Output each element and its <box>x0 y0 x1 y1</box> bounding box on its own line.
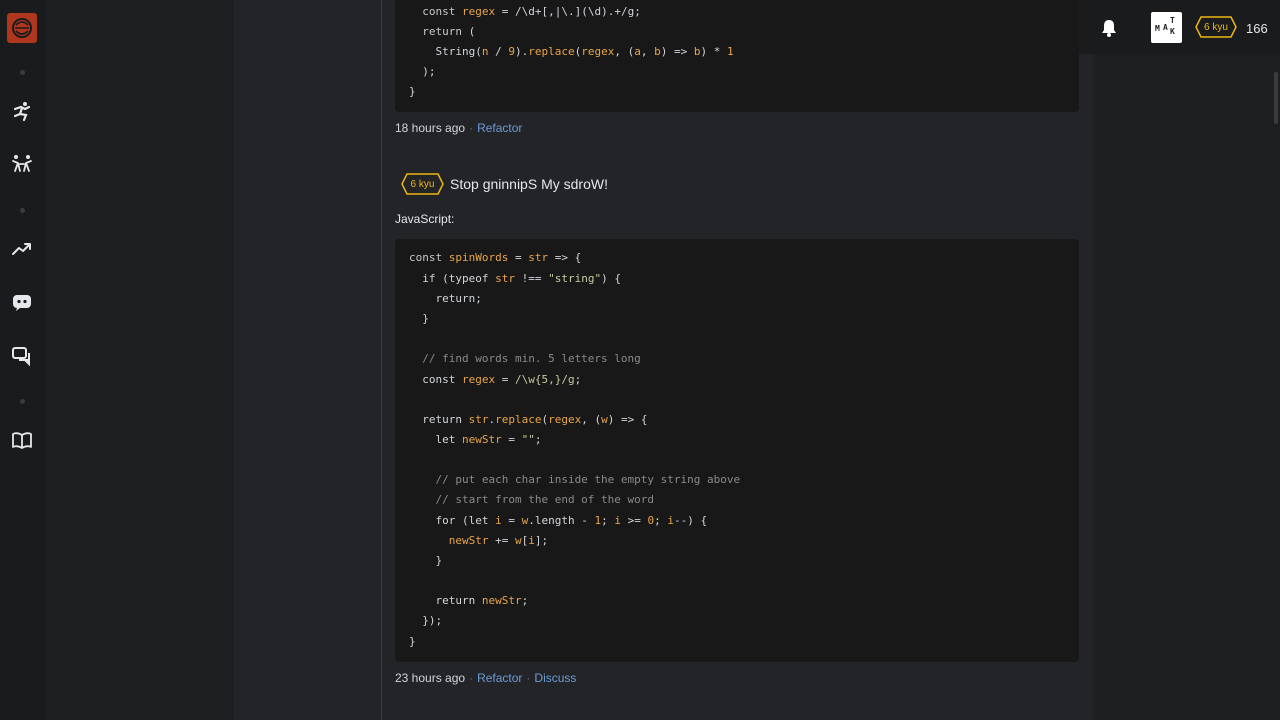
timestamp: 23 hours ago <box>395 671 466 685</box>
timestamp: 18 hours ago <box>395 121 466 135</box>
practice-icon[interactable] <box>11 153 33 175</box>
avatar[interactable]: M A T K <box>1151 12 1182 43</box>
avatar-letter: A <box>1163 23 1168 32</box>
code-line: ); <box>409 65 436 78</box>
rank-label: 6 kyu <box>1204 21 1228 33</box>
code-line: } <box>409 312 429 325</box>
refactor-link[interactable]: Refactor <box>477 671 522 685</box>
avatar-letter: T <box>1170 16 1175 25</box>
code-block: const regex = /\d+[,|\.](\d).+/g; return… <box>395 0 1079 112</box>
code-line: return newStr; <box>409 594 529 607</box>
honor-count: 166 <box>1246 21 1268 36</box>
kata-rank-label: 6 kyu <box>410 178 435 190</box>
code-line: const regex = /\d+[,|\.](\d).+/g; <box>422 5 641 18</box>
kata-title-link[interactable]: Stop gninnipS My sdroW! <box>450 176 608 192</box>
code-line: String(n / 9).replace(regex, (a, b) => b… <box>409 45 734 58</box>
rank-badge[interactable]: 6 kyu <box>1195 16 1237 38</box>
code-line: } <box>409 85 416 98</box>
sidebar-divider <box>20 208 25 213</box>
code-line: return str.replace(regex, (w) => { <box>409 413 648 426</box>
sidebar <box>0 0 46 720</box>
avatar-letter: K <box>1170 27 1175 36</box>
code-line: } <box>409 635 416 648</box>
refactor-link[interactable]: Refactor <box>477 121 522 135</box>
code-line: const regex = /\w{5,}/g; <box>409 373 582 386</box>
discuss-link[interactable]: Discuss <box>534 671 576 685</box>
code-line: if (typeof str !== "string") { <box>409 272 621 285</box>
left-panel <box>46 0 234 720</box>
code-line: // start from the end of the word <box>409 493 655 506</box>
code-line: }); <box>409 614 443 627</box>
code-line: for (let i = w.length - 1; i >= 0; i--) … <box>409 514 708 527</box>
gutter <box>234 0 382 720</box>
discord-icon[interactable] <box>11 291 33 313</box>
training-icon[interactable] <box>11 100 33 122</box>
code-line: let newStr = ""; <box>409 433 542 446</box>
code-line: // find words min. 5 letters long <box>409 352 641 365</box>
code-line: // put each char inside the empty string… <box>409 473 741 486</box>
avatar-letter: M <box>1155 24 1160 33</box>
solution-meta: 18 hours ago · Refactor <box>395 121 523 135</box>
kata-rank-badge: 6 kyu <box>401 173 444 195</box>
code-line: return; <box>409 292 482 305</box>
right-panel <box>1093 0 1280 720</box>
code-line: const spinWords = str => { <box>409 251 582 264</box>
leaderboards-icon[interactable] <box>11 238 33 260</box>
code-line: return ( <box>422 25 476 38</box>
code-block: const spinWords = str => { if (typeof st… <box>395 239 1079 662</box>
sidebar-divider <box>20 399 25 404</box>
sidebar-divider <box>20 70 25 75</box>
scrollbar[interactable] <box>1274 72 1278 124</box>
language-label: JavaScript: <box>395 212 455 226</box>
forum-icon[interactable] <box>11 345 33 367</box>
code-line: newStr += w[i]; <box>448 534 549 547</box>
codewars-logo[interactable] <box>7 13 37 43</box>
docs-icon[interactable] <box>11 429 33 451</box>
solution-meta: 23 hours ago · Refactor · Discuss <box>395 671 577 685</box>
bell-icon[interactable] <box>1098 17 1120 39</box>
code-line: } <box>409 554 443 567</box>
